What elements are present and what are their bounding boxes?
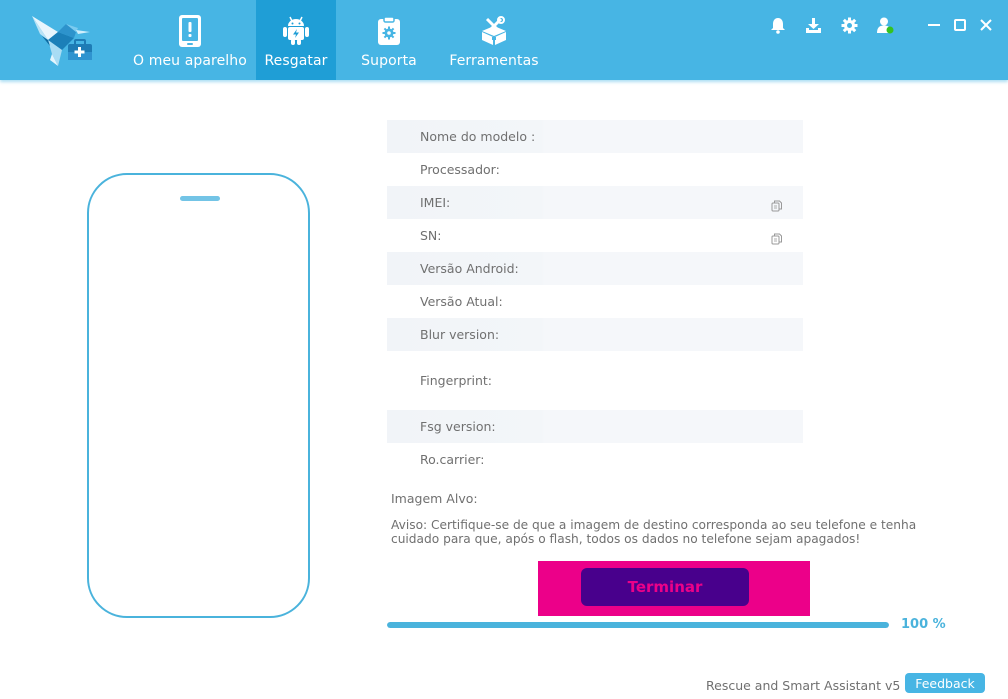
bell-icon[interactable] bbox=[765, 13, 790, 38]
nav-tab-rescue[interactable]: Resgatar bbox=[256, 0, 336, 80]
info-row-current-version: Versão Atual: bbox=[387, 285, 803, 318]
info-row-processor: Processador: bbox=[387, 153, 803, 186]
nav-tab-support[interactable]: Suporta bbox=[336, 0, 442, 80]
info-label: Versão Android: bbox=[420, 261, 519, 276]
download-icon[interactable] bbox=[801, 13, 826, 38]
phone-alert-icon bbox=[178, 13, 202, 49]
progress-fill bbox=[387, 622, 889, 628]
nav-label: Ferramentas bbox=[449, 53, 539, 69]
copy-icon[interactable] bbox=[771, 230, 783, 244]
main-nav: O meu aparelho Resgatar Suporta Ferramen… bbox=[124, 0, 546, 80]
info-label: Versão Atual: bbox=[420, 294, 503, 309]
info-label: Ro.carrier: bbox=[420, 452, 485, 467]
target-image-label: Imagem Alvo: bbox=[391, 491, 478, 506]
info-label: Processador: bbox=[420, 162, 500, 177]
nav-tab-tools[interactable]: Ferramentas bbox=[442, 0, 546, 80]
phone-illustration bbox=[87, 173, 310, 618]
progress-percent: 100 % bbox=[901, 617, 946, 632]
user-online-icon[interactable] bbox=[873, 13, 898, 38]
app-logo bbox=[28, 10, 96, 70]
feedback-button[interactable]: Feedback bbox=[905, 673, 985, 693]
header-actions bbox=[754, 0, 1008, 50]
maximize-icon[interactable] bbox=[948, 13, 972, 37]
nav-label: Suporta bbox=[361, 53, 417, 69]
info-row-ro-carrier: Ro.carrier: bbox=[387, 443, 803, 476]
info-label: Fsg version: bbox=[420, 419, 496, 434]
phone-speaker bbox=[180, 196, 220, 201]
info-row-fsg-version: Fsg version: bbox=[387, 410, 803, 443]
nav-label: O meu aparelho bbox=[133, 53, 247, 69]
info-label: Blur version: bbox=[420, 327, 500, 342]
info-row-android-version: Versão Android: bbox=[387, 252, 803, 285]
window-controls bbox=[920, 13, 998, 37]
info-label: Fingerprint: bbox=[420, 373, 493, 388]
info-label: SN: bbox=[420, 228, 442, 243]
copy-icon[interactable] bbox=[771, 197, 783, 211]
info-row-fingerprint: Fingerprint: bbox=[387, 351, 803, 410]
info-row-sn: SN: bbox=[387, 219, 803, 252]
minimize-icon[interactable] bbox=[922, 13, 946, 37]
finish-button[interactable]: Terminar bbox=[581, 568, 749, 606]
clipboard-gear-icon bbox=[377, 13, 401, 49]
toolbox-icon bbox=[480, 13, 508, 49]
device-info-table: Nome do modelo : Processador: IMEI: SN: … bbox=[387, 120, 803, 476]
android-icon bbox=[282, 13, 310, 49]
app-header: O meu aparelho Resgatar Suporta Ferramen… bbox=[0, 0, 1008, 80]
info-row-blur-version: Blur version: bbox=[387, 318, 803, 351]
info-row-model: Nome do modelo : bbox=[387, 120, 803, 153]
warning-text: Aviso: Certifique-se de que a imagem de … bbox=[391, 518, 917, 546]
info-label: IMEI: bbox=[420, 195, 451, 210]
app-version-text: Rescue and Smart Assistant v5 bbox=[706, 678, 901, 693]
close-icon[interactable] bbox=[974, 13, 998, 37]
progress-bar bbox=[387, 622, 889, 628]
nav-tab-my-device[interactable]: O meu aparelho bbox=[124, 0, 256, 80]
gear-icon[interactable] bbox=[837, 13, 862, 38]
info-row-imei: IMEI: bbox=[387, 186, 803, 219]
hummingbird-logo-icon bbox=[32, 16, 92, 66]
info-label: Nome do modelo : bbox=[420, 129, 536, 144]
nav-label: Resgatar bbox=[264, 53, 328, 69]
